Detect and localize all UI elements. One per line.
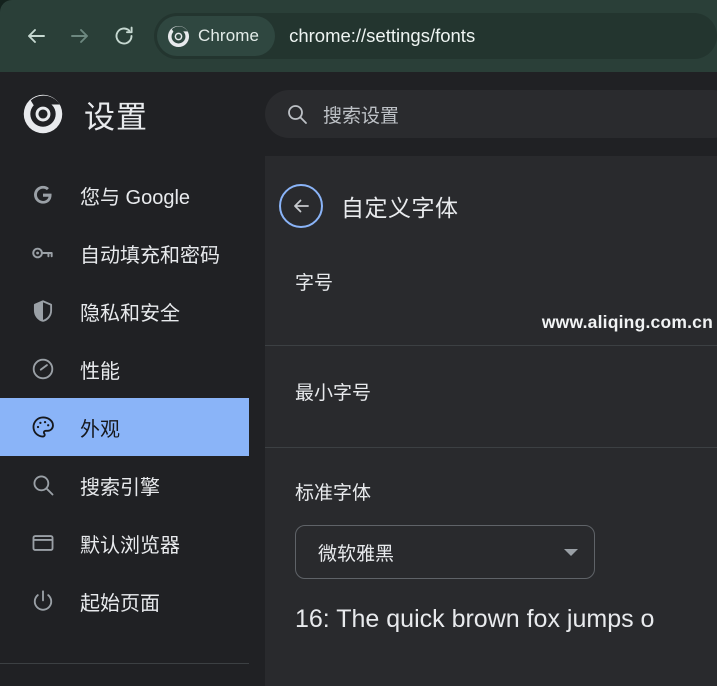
sidebar-item-label: 默认浏览器 bbox=[80, 534, 180, 557]
sidebar-item-label: 隐私和安全 bbox=[80, 302, 180, 325]
browser-window: Chrome chrome://settings/fonts 设置 搜索设置 您… bbox=[0, 0, 717, 686]
watermark: www.aliqing.com.cn bbox=[541, 312, 713, 332]
forward-arrow-icon bbox=[71, 29, 88, 43]
chrome-badge[interactable]: Chrome bbox=[157, 16, 276, 56]
search-icon bbox=[288, 105, 307, 124]
chrome-logo-icon bbox=[167, 25, 190, 47]
search-input[interactable]: 搜索设置 bbox=[265, 90, 717, 138]
search-placeholder: 搜索设置 bbox=[323, 105, 400, 127]
chrome-logo-icon bbox=[23, 94, 63, 134]
sidebar-item-search-engine[interactable]: 搜索引擎 bbox=[0, 456, 248, 514]
google-g-icon bbox=[34, 185, 52, 204]
search-wrap: 搜索设置 bbox=[265, 90, 717, 138]
speedometer-icon bbox=[32, 358, 54, 380]
page-title: 设置 bbox=[84, 99, 148, 135]
back-arrow-icon bbox=[294, 199, 309, 213]
sidebar-item-label: 性能 bbox=[80, 360, 120, 383]
sidebar-item-label: 自动填充和密码 bbox=[80, 244, 220, 267]
sidebar-item-label: 外观 bbox=[80, 418, 120, 441]
settings-brand: 设置 bbox=[0, 92, 265, 137]
sidebar-item-privacy-security[interactable]: 隐私和安全 bbox=[0, 282, 248, 340]
section-label: 字号 bbox=[295, 273, 334, 294]
settings-header: 设置 搜索设置 bbox=[0, 72, 717, 156]
settings-body: 您与 Google 自动填充和密码 隐私和安全 性能 外观 搜索引擎 默认浏览器… bbox=[0, 156, 717, 686]
address-bar[interactable]: Chrome chrome://settings/fonts bbox=[154, 13, 717, 59]
sidebar: 您与 Google 自动填充和密码 隐私和安全 性能 外观 搜索引擎 默认浏览器… bbox=[0, 156, 265, 686]
power-icon bbox=[33, 590, 53, 611]
sidebar-item-performance[interactable]: 性能 bbox=[0, 340, 248, 398]
back-button[interactable] bbox=[14, 14, 58, 58]
sidebar-item-default-browser[interactable]: 默认浏览器 bbox=[0, 514, 248, 572]
reload-icon bbox=[115, 26, 133, 45]
back-arrow-icon bbox=[28, 29, 45, 43]
content-pane: 自定义字体 字号 最小字号 标准字体 微软雅黑 16: The quick br… bbox=[265, 156, 717, 686]
section-label: 标准字体 bbox=[295, 483, 372, 504]
settings-page: 设置 搜索设置 您与 Google 自动填充和密码 隐私和安全 性能 外观 搜索… bbox=[0, 72, 717, 686]
font-preview-text: 16: The quick brown fox jumps o bbox=[295, 605, 655, 633]
browser-toolbar: Chrome chrome://settings/fonts bbox=[0, 0, 717, 72]
sidebar-item-you-and-google[interactable]: 您与 Google bbox=[0, 166, 248, 224]
standard-font-select-value: 微软雅黑 bbox=[318, 543, 395, 565]
search-icon bbox=[33, 475, 54, 496]
forward-button[interactable] bbox=[58, 14, 102, 58]
sidebar-item-label: 起始页面 bbox=[80, 592, 160, 615]
back-button[interactable] bbox=[279, 184, 323, 228]
sidebar-item-appearance[interactable]: 外观 bbox=[0, 398, 249, 456]
sidebar-item-label: 您与 Google bbox=[80, 186, 191, 209]
section-label: 最小字号 bbox=[295, 383, 372, 404]
content-page-title: 自定义字体 bbox=[341, 195, 459, 221]
section-standard-font: 标准字体 微软雅黑 16: The quick brown fox jumps … bbox=[265, 448, 717, 634]
sidebar-item-on-startup[interactable]: 起始页面 bbox=[0, 572, 248, 630]
standard-font-select[interactable]: 微软雅黑 bbox=[295, 525, 595, 579]
chrome-badge-label: Chrome bbox=[198, 26, 260, 45]
window-icon bbox=[32, 535, 54, 551]
palette-icon bbox=[32, 416, 54, 438]
url-text: chrome://settings/fonts bbox=[289, 25, 476, 46]
shield-icon bbox=[33, 300, 53, 322]
chevron-down-icon bbox=[564, 548, 578, 556]
sidebar-item-autofill-passwords[interactable]: 自动填充和密码 bbox=[0, 224, 248, 282]
reload-button[interactable] bbox=[102, 14, 146, 58]
sidebar-item-label: 搜索引擎 bbox=[80, 476, 160, 499]
key-icon bbox=[32, 247, 53, 259]
content-header: 自定义字体 bbox=[265, 156, 717, 238]
sidebar-divider bbox=[0, 663, 249, 664]
section-minimum-font-size: 最小字号 bbox=[265, 346, 717, 447]
